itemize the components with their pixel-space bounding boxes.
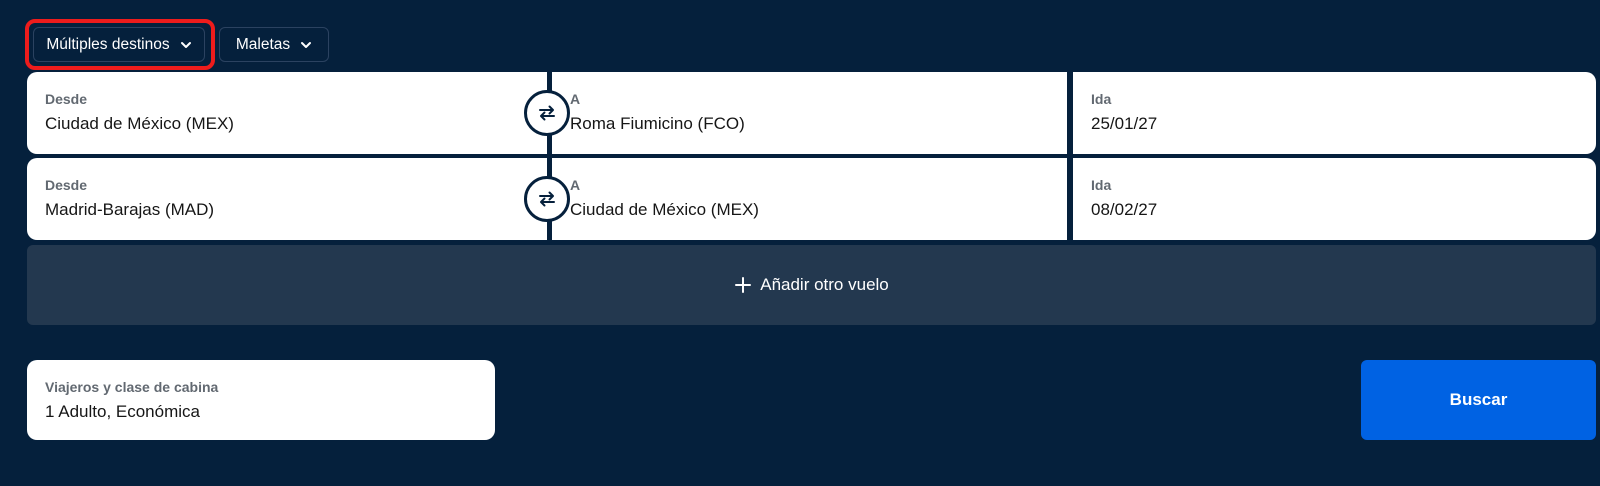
departure-date-field[interactable]: Ida 08/02/27 <box>1073 158 1596 240</box>
origin-value: Madrid-Barajas (MAD) <box>45 200 215 219</box>
destination-field[interactable]: A Roma Fiumicino (FCO) <box>552 72 1067 154</box>
swap-airports-button[interactable] <box>524 176 570 222</box>
chevron-down-icon <box>180 41 191 48</box>
origin-value: Ciudad de México (MEX) <box>45 114 234 133</box>
trip-type-label: Múltiples destinos <box>46 35 170 53</box>
search-button[interactable]: Buscar <box>1361 360 1596 440</box>
bags-dropdown[interactable]: Maletas <box>219 27 329 62</box>
departure-date-label: Ida <box>1091 91 1112 107</box>
departure-date-label: Ida <box>1091 177 1112 193</box>
add-flight-label: Añadir otro vuelo <box>760 275 889 294</box>
origin-field[interactable]: Desde Madrid-Barajas (MAD) <box>27 158 547 240</box>
travellers-value: 1 Adulto, Económica <box>45 402 200 421</box>
trip-type-dropdown[interactable]: Múltiples destinos <box>33 27 205 62</box>
departure-date-value: 25/01/27 <box>1091 114 1158 133</box>
swap-airports-button[interactable] <box>524 90 570 136</box>
destination-value: Roma Fiumicino (FCO) <box>570 114 745 133</box>
destination-label: A <box>570 91 581 107</box>
travellers-cabin-field[interactable]: Viajeros y clase de cabina 1 Adulto, Eco… <box>27 360 495 440</box>
flight-search-form: Múltiples destinos Maletas Desde Ciudad … <box>0 0 1600 486</box>
bags-label: Maletas <box>235 35 291 53</box>
destination-field[interactable]: A Ciudad de México (MEX) <box>552 158 1067 240</box>
search-label: Buscar <box>1449 390 1508 409</box>
destination-value: Ciudad de México (MEX) <box>570 200 759 219</box>
departure-date-value: 08/02/27 <box>1091 200 1158 219</box>
travellers-label: Viajeros y clase de cabina <box>45 379 219 395</box>
origin-label: Desde <box>45 91 88 107</box>
flight-row: Desde Madrid-Barajas (MAD) A Ciudad de M… <box>27 158 1596 240</box>
swap-arrows-icon <box>539 191 555 207</box>
chevron-down-icon <box>301 41 312 48</box>
add-flight-button[interactable]: Añadir otro vuelo <box>27 245 1596 325</box>
flight-row: Desde Ciudad de México (MEX) A Roma Fium… <box>27 72 1596 154</box>
swap-arrows-icon <box>539 105 555 121</box>
origin-label: Desde <box>45 177 88 193</box>
origin-field[interactable]: Desde Ciudad de México (MEX) <box>27 72 547 154</box>
destination-label: A <box>570 177 581 193</box>
plus-icon <box>735 277 752 293</box>
departure-date-field[interactable]: Ida 25/01/27 <box>1073 72 1596 154</box>
